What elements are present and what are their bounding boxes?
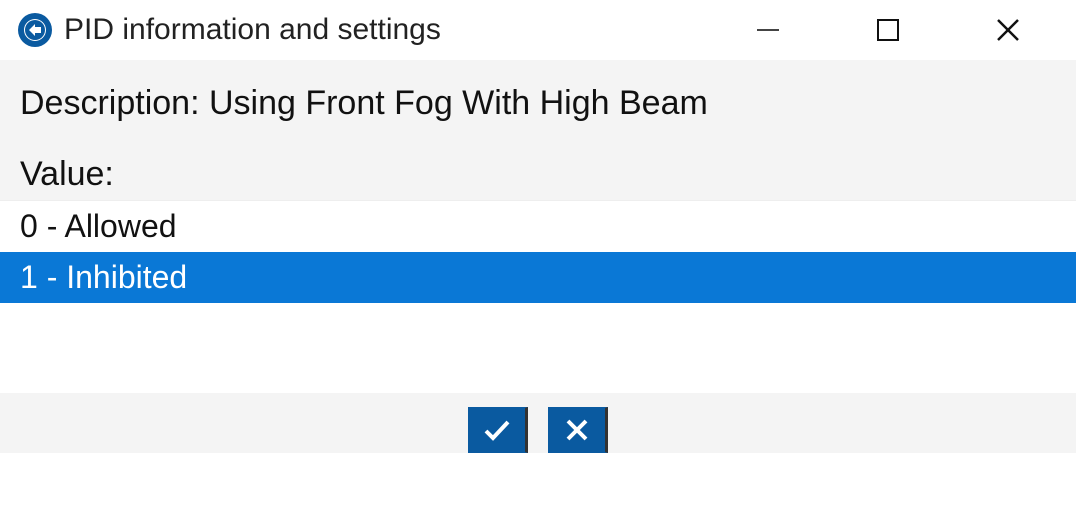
value-option-1[interactable]: 1 - Inhibited — [0, 252, 1076, 303]
close-icon — [994, 16, 1022, 44]
x-icon — [562, 415, 592, 445]
description-row: Description: Using Front Fog With High B… — [0, 84, 1076, 155]
titlebar: PID information and settings — [0, 0, 1076, 60]
window-title: PID information and settings — [64, 13, 748, 47]
cancel-button[interactable] — [548, 407, 608, 453]
value-option-0[interactable]: 0 - Allowed — [0, 201, 1076, 252]
minimize-button[interactable] — [748, 10, 788, 50]
maximize-button[interactable] — [868, 10, 908, 50]
value-list-padding — [0, 303, 1076, 393]
value-list[interactable]: 0 - Allowed1 - Inhibited — [0, 200, 1076, 303]
button-bar — [0, 393, 1076, 453]
description-text: Using Front Fog With High Beam — [209, 84, 708, 122]
description-label: Description: — [20, 84, 200, 122]
minimize-icon — [753, 15, 783, 45]
ok-button[interactable] — [468, 407, 528, 453]
check-icon — [480, 416, 514, 444]
close-button[interactable] — [988, 10, 1028, 50]
app-icon — [18, 13, 52, 47]
value-label: Value: — [0, 155, 1076, 200]
maximize-icon — [875, 17, 901, 43]
client-area: Description: Using Front Fog With High B… — [0, 60, 1076, 453]
window-controls — [748, 10, 1068, 50]
